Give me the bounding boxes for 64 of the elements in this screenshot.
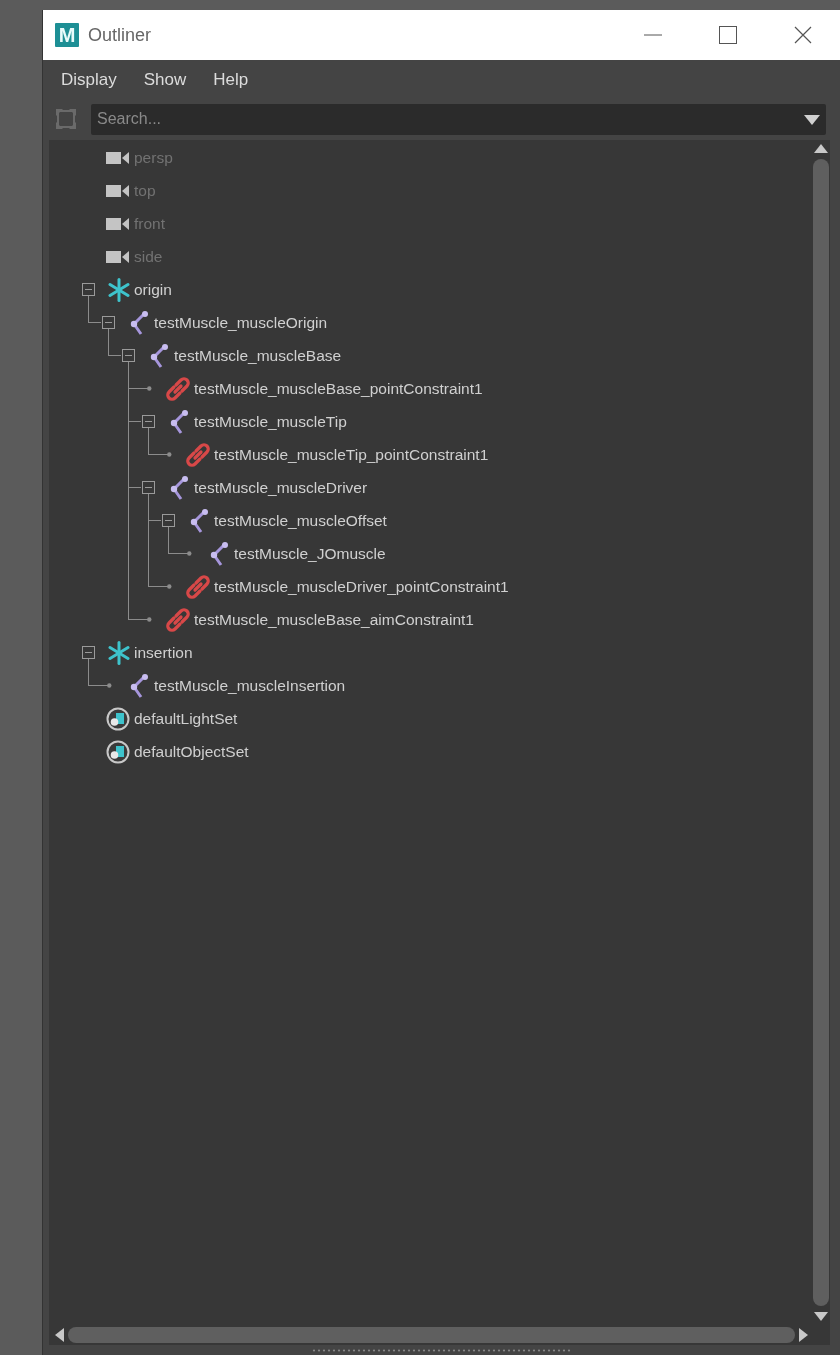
collapse-toggle[interactable] [102, 316, 115, 329]
collapse-toggle[interactable] [122, 349, 135, 362]
app-logo: M [55, 23, 79, 47]
joint-icon [130, 309, 150, 336]
tree-item[interactable]: testMuscle_muscleBase_pointConstraint1 [194, 379, 483, 398]
asterisk-icon [108, 277, 130, 302]
joint-icon [170, 408, 190, 435]
camera-icon [106, 150, 130, 165]
collapse-toggle[interactable] [82, 646, 95, 659]
menu-item[interactable]: Help [203, 66, 259, 94]
tree-item[interactable]: testMuscle_JOmuscle [234, 544, 386, 563]
tree-item[interactable]: testMuscle_muscleInsertion [154, 676, 346, 695]
resize-grip[interactable] [311, 1348, 572, 1352]
tree-connector [138, 617, 152, 622]
asterisk-icon [108, 640, 130, 665]
chain-link-icon [166, 376, 190, 401]
close-icon [793, 26, 812, 44]
tree-connector [98, 683, 112, 688]
scrollbar-thumb[interactable] [68, 1327, 795, 1343]
menu-item[interactable]: Display [51, 66, 127, 94]
maximize-icon [718, 26, 737, 44]
scroll-left-icon[interactable] [55, 1328, 64, 1342]
chain-link-icon [166, 607, 190, 632]
collapse-toggle[interactable] [82, 283, 95, 296]
scroll-right-icon[interactable] [799, 1328, 808, 1342]
joint-icon [170, 474, 190, 501]
tree-item[interactable]: origin [134, 280, 172, 299]
minimize-icon [643, 34, 662, 36]
menu-item[interactable]: Show [133, 66, 197, 94]
chain-link-icon [186, 574, 210, 599]
tree-item[interactable]: testMuscle_muscleBase_aimConstraint1 [194, 610, 474, 629]
collapse-toggle[interactable] [142, 415, 155, 428]
joint-icon [130, 672, 150, 699]
window-title: Outliner [88, 24, 153, 46]
joint-icon [210, 540, 230, 567]
tree-item[interactable]: testMuscle_muscleOffset [214, 511, 387, 530]
search-field[interactable]: Search... [91, 103, 826, 135]
set-icon [106, 706, 130, 731]
collapse-toggle[interactable] [142, 481, 155, 494]
joint-icon [150, 342, 170, 369]
camera-icon [106, 216, 130, 231]
tree-connector [158, 584, 172, 589]
tree-item[interactable]: defaultLightSet [134, 709, 238, 728]
tree-item[interactable]: testMuscle_muscleTip_pointConstraint1 [214, 445, 489, 464]
scroll-down-icon[interactable] [814, 1312, 828, 1321]
collapse-toggle[interactable] [162, 514, 175, 527]
scrollbar-thumb[interactable] [813, 159, 829, 1306]
tree-item[interactable]: defaultObjectSet [134, 742, 249, 761]
tree-connector [138, 386, 152, 391]
tree-item[interactable]: testMuscle_muscleDriver_pointConstraint1 [214, 577, 509, 596]
tree-item[interactable]: testMuscle_muscleDriver [194, 478, 368, 497]
tree-item[interactable]: testMuscle_muscleBase [174, 346, 342, 365]
chain-link-icon [186, 442, 210, 467]
dropdown-arrow-icon[interactable] [804, 114, 820, 125]
tree-connector [158, 452, 172, 457]
scroll-up-icon[interactable] [814, 144, 828, 153]
tree-item[interactable]: testMuscle_muscleTip [194, 412, 347, 431]
tree-item[interactable]: insertion [134, 643, 193, 662]
tree-item[interactable]: testMuscle_muscleOrigin [154, 313, 328, 332]
joint-icon [190, 507, 210, 534]
set-icon [106, 739, 130, 764]
tree-connector [178, 551, 192, 556]
camera-icon [106, 249, 130, 264]
camera-icon [106, 183, 130, 198]
